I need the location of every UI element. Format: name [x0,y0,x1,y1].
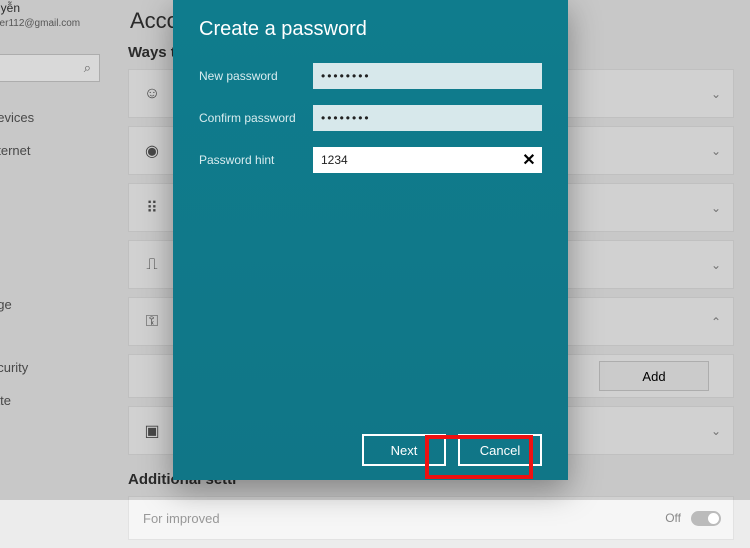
chevron-down-icon: ⌄ [711,424,721,438]
search-input[interactable]: ⌕ [0,54,100,82]
sidebar-item[interactable]: devices [0,110,34,125]
picture-icon: ▣ [143,422,161,440]
chevron-down-icon: ⌄ [711,258,721,272]
sidebar-item[interactable]: nternet [0,143,34,158]
password-hint-wrap[interactable]: ✕ [313,147,542,173]
chevron-up-icon: ⌃ [711,315,721,329]
cancel-button-label: Cancel [480,443,520,458]
sidebar-item[interactable]: ecurity [0,360,34,375]
usb-icon: ⎍ [143,256,161,274]
user-email: ger112@gmail.com [0,18,80,29]
confirm-password-input[interactable] [321,111,534,125]
dialog-footer: Next Cancel [199,424,542,466]
user-block: uyễn ger112@gmail.com [0,2,80,30]
next-button-label: Next [391,443,418,458]
user-name: uyễn [0,1,20,15]
confirm-password-wrap[interactable] [313,105,542,131]
confirm-password-label: Confirm password [199,111,303,125]
key-icon: ⚿ [143,313,161,331]
clear-icon[interactable]: ✕ [520,151,538,169]
add-button[interactable]: Add [599,361,709,391]
sidebar-item[interactable]: n [0,176,34,191]
create-password-dialog: Create a password New password Confirm p… [173,0,568,480]
nav-sidebar: devices nternet n age ecurity late [0,110,34,408]
dialog-title: Create a password [199,18,542,41]
chevron-down-icon: ⌄ [711,201,721,215]
new-password-wrap[interactable] [313,63,542,89]
option-improved[interactable]: For improved Off [128,496,734,540]
add-button-label: Add [642,369,665,384]
search-icon: ⌕ [84,60,91,76]
password-hint-input[interactable] [321,153,534,167]
field-new-password: New password [199,63,542,89]
next-button[interactable]: Next [362,434,446,466]
new-password-input[interactable] [321,69,534,83]
sidebar-item[interactable]: age [0,297,34,312]
new-password-label: New password [199,69,303,83]
toggle-switch[interactable] [691,511,721,526]
field-confirm-password: Confirm password [199,105,542,131]
cancel-button[interactable]: Cancel [458,434,542,466]
password-hint-label: Password hint [199,153,303,167]
chevron-down-icon: ⌄ [711,144,721,158]
sidebar-item[interactable]: late [0,393,34,408]
smile-icon: ☺ [143,85,161,103]
chevron-down-icon: ⌄ [711,87,721,101]
toggle-state: Off [665,511,681,525]
keypad-icon: ⠿ [143,199,161,217]
field-password-hint: Password hint ✕ [199,147,542,173]
option-title: For improved [143,511,220,526]
fingerprint-icon: ◉ [143,142,161,160]
